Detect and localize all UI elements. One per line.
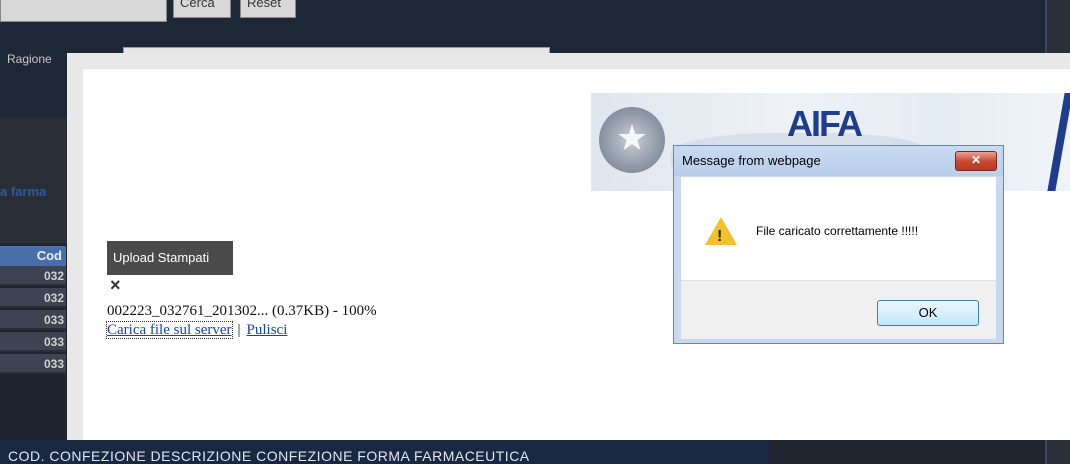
link-separator: | <box>237 322 241 338</box>
close-icon[interactable]: ✕ <box>955 151 997 171</box>
dialog-titlebar[interactable]: Message from webpage ✕ <box>674 146 1003 176</box>
clear-link[interactable]: Pulisci <box>247 322 288 338</box>
ragione-label: Ragione <box>7 52 52 66</box>
reset-button[interactable]: Reset <box>240 0 296 18</box>
dialog-message: File caricato correttamente !!!!! <box>756 224 919 238</box>
table-header-row: COD. CONFEZIONE DESCRIZIONE CONFEZIONE F… <box>8 448 530 464</box>
upload-stampati-button[interactable]: Upload Stampati <box>107 241 233 275</box>
file-progress-info: 002223_032761_201302... (0.37KB) - 100% <box>107 303 377 319</box>
banner-stripe <box>1047 93 1070 191</box>
upload-actions: Carica file sul server | Pulisci <box>106 321 288 339</box>
search-input[interactable] <box>0 0 167 22</box>
dialog-footer: OK <box>681 280 996 339</box>
republic-emblem-icon: ★ <box>599 107 665 173</box>
ok-button[interactable]: OK <box>877 300 979 326</box>
cod-column-header[interactable]: Cod <box>0 246 66 266</box>
table-row[interactable]: 032 <box>0 288 66 308</box>
warning-exclamation: ! <box>717 228 723 245</box>
table-row[interactable]: 032 <box>0 266 66 286</box>
search-button[interactable]: Cerca <box>173 0 231 18</box>
dialog-title: Message from webpage <box>682 153 821 168</box>
aifa-logo: AIFA <box>787 103 863 144</box>
dialog-body: ! File caricato correttamente !!!!! <box>681 177 996 280</box>
table-row[interactable]: 033 <box>0 354 66 374</box>
remove-file-icon[interactable]: × <box>110 275 121 296</box>
section-heading: a farma <box>0 184 47 199</box>
message-dialog: Message from webpage ✕ ! File caricato c… <box>673 145 1004 344</box>
table-row[interactable]: 033 <box>0 332 66 352</box>
table-row[interactable]: 033 <box>0 310 66 330</box>
upload-to-server-link[interactable]: Carica file sul server <box>106 321 233 339</box>
